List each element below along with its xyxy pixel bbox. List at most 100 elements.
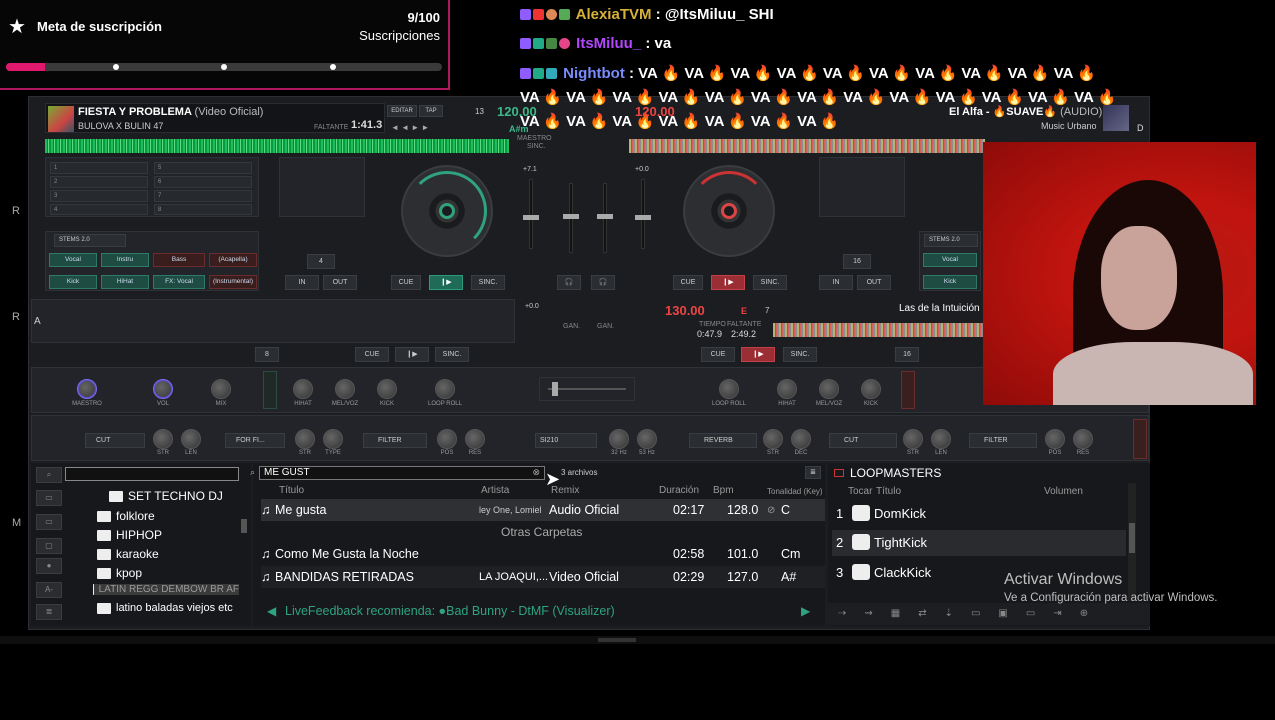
next-arrow-icon[interactable]: ▶ <box>801 604 810 618</box>
deck-right-loop-out-button[interactable]: OUT <box>857 275 891 290</box>
text-icon[interactable]: A- <box>36 582 62 598</box>
mix-knob[interactable] <box>211 379 231 399</box>
deck-left-tap-button[interactable]: TAP <box>419 105 443 117</box>
fx-str-knob-r2[interactable] <box>903 429 923 449</box>
folder-search-input[interactable] <box>65 467 239 481</box>
hotcue-pad-1[interactable]: 1 <box>50 162 148 174</box>
deck-c-loop-size[interactable]: 16 <box>895 347 919 362</box>
fx-right-edge-tab[interactable] <box>1133 419 1147 459</box>
folder-item[interactable]: latino baladas viejos etc <box>97 602 233 614</box>
hotcue-pad-2[interactable]: 2 <box>50 176 148 188</box>
deck-a-sync-button[interactable]: SINC. <box>435 347 469 362</box>
deck-left-play-button[interactable]: ❙▶ <box>429 275 463 290</box>
list-item[interactable]: 1 DomKick <box>832 501 1126 527</box>
channel-fader-left[interactable] <box>563 183 579 253</box>
deck-right-sync-button[interactable]: SINC. <box>753 275 787 290</box>
drum-icon[interactable] <box>852 534 870 550</box>
vol-knob[interactable] <box>153 379 173 399</box>
melvoz-knob-left[interactable] <box>335 379 355 399</box>
stem-bass-button[interactable]: Bass <box>153 253 205 267</box>
deck-left-transport-icons[interactable]: ◄ ◄ ► ► <box>391 123 429 132</box>
hihat-knob-left[interactable] <box>293 379 313 399</box>
deck-a-loop-size[interactable]: 8 <box>255 347 279 362</box>
fx-type-knob[interactable] <box>323 429 343 449</box>
bottom-scrollbar[interactable] <box>0 636 1275 644</box>
deck-right-stem-kick[interactable]: Kick <box>923 275 977 289</box>
melvoz-knob-right[interactable] <box>819 379 839 399</box>
col-remix[interactable]: Remix <box>551 485 579 496</box>
fx-filter-select-right[interactable]: FILTER <box>969 433 1037 448</box>
crossfader-area[interactable] <box>539 377 635 401</box>
fx-center-select[interactable]: SI210 <box>535 433 597 448</box>
deck-left-sync-button[interactable]: SINC. <box>471 275 505 290</box>
loopmasters-scrollbar[interactable] <box>1128 483 1136 601</box>
fx-reverb-select[interactable]: REVERB <box>689 433 757 448</box>
hotcue-pad-3[interactable]: 3 <box>50 190 148 202</box>
folder-icon-side[interactable]: ▢ <box>36 538 62 554</box>
deck-left-cue-button[interactable]: CUE <box>391 275 421 290</box>
hotcue-pad-4[interactable]: 4 <box>50 204 148 215</box>
folder-item[interactable]: SET TECHNO DJ <box>109 489 223 503</box>
headphone-cue-left[interactable]: 🎧 <box>557 275 581 290</box>
hotcue-pad-5[interactable]: 5 <box>154 162 252 174</box>
computer-icon[interactable]: ▭ <box>36 490 62 506</box>
search-icon[interactable]: ⌕ <box>36 467 62 483</box>
hotcue-pad-6[interactable]: 6 <box>154 176 252 188</box>
fx-32hz-knob[interactable] <box>609 429 629 449</box>
fx-str-knob-2[interactable] <box>295 429 315 449</box>
deck-c-sync-button[interactable]: SINC. <box>783 347 817 362</box>
clear-search-icon[interactable]: ⊗ <box>532 467 540 478</box>
hotcue-pad-8[interactable]: 8 <box>154 204 252 215</box>
deck-left-waveform[interactable] <box>45 139 509 153</box>
kick-knob-left[interactable] <box>377 379 397 399</box>
channel-fader-right[interactable] <box>597 183 613 253</box>
stem-acapella-button[interactable]: (Acapella) <box>209 253 257 267</box>
deck-right-play-button[interactable]: ❙▶ <box>711 275 745 290</box>
deck-right-cue-button[interactable]: CUE <box>673 275 703 290</box>
table-row[interactable]: ♫ BANDIDAS RETIRADAS LA JOAQUI,... Video… <box>261 566 825 588</box>
deck-left-pitch-fader[interactable] <box>523 179 539 249</box>
hihat-knob-right[interactable] <box>777 379 797 399</box>
deck-right-stem-vocal[interactable]: Vocal <box>923 253 977 267</box>
list-view-icon[interactable]: ≣ <box>805 466 821 479</box>
deck-left-stems-select[interactable]: STEMS 2.0 <box>54 234 126 247</box>
fx-select-left-2[interactable]: FOR FI... <box>225 433 285 448</box>
fx-53hz-knob[interactable] <box>637 429 657 449</box>
kick-knob-right[interactable] <box>861 379 881 399</box>
deck-right-jog-wheel[interactable] <box>683 165 775 257</box>
fx-filter-select-left[interactable]: FILTER <box>363 433 427 448</box>
master-knob[interactable] <box>77 379 97 399</box>
record-icon[interactable]: ● <box>36 558 62 574</box>
list-icon[interactable]: ≣ <box>36 604 62 620</box>
fx-res-knob-right[interactable] <box>1073 429 1093 449</box>
deck-left-edit-button[interactable]: EDITAR <box>387 105 417 117</box>
fx-cut-select-left[interactable]: CUT <box>85 433 145 448</box>
col-title[interactable]: Título <box>279 485 304 496</box>
deck-a-cue-button[interactable]: CUE <box>355 347 389 362</box>
fx-pos-knob-right[interactable] <box>1045 429 1065 449</box>
fx-str-knob-r1[interactable] <box>763 429 783 449</box>
folder-item[interactable]: HIPHOP <box>97 528 162 542</box>
col-bpm[interactable]: Bpm <box>713 485 734 496</box>
headphone-cue-right[interactable]: 🎧 <box>591 275 615 290</box>
col-duration[interactable]: Duración <box>659 485 699 496</box>
stem-hihat-button[interactable]: HiHat <box>101 275 149 289</box>
deck-right-pitch-fader[interactable] <box>635 179 651 249</box>
chat-username[interactable]: Nightbot <box>563 65 625 82</box>
deck-a-play-button[interactable]: ❙▶ <box>395 347 429 362</box>
stem-fx-vocal-button[interactable]: FX: Vocal <box>153 275 205 289</box>
stem-instrumental-button[interactable]: (Instrumental) <box>209 275 257 289</box>
stem-vocal-button[interactable]: Vocal <box>49 253 97 267</box>
deck-right-waveform[interactable] <box>629 139 985 153</box>
col-key[interactable]: Tonalidad (Key) <box>767 487 823 496</box>
hotcue-pad-7[interactable]: 7 <box>154 190 252 202</box>
drive-icon[interactable]: ▭ <box>36 514 62 530</box>
fx-str-knob-1[interactable] <box>153 429 173 449</box>
fx-len-knob-r[interactable] <box>931 429 951 449</box>
fx-len-knob-1[interactable] <box>181 429 201 449</box>
drum-icon[interactable] <box>852 564 870 580</box>
fx-dec-knob[interactable] <box>791 429 811 449</box>
livefeedback-bar[interactable]: ◀ LiveFeedback recomienda: ●Bad Bunny - … <box>253 601 825 623</box>
folder-tree-scrollbar[interactable] <box>241 519 247 533</box>
fx-right-tab[interactable] <box>901 371 915 409</box>
